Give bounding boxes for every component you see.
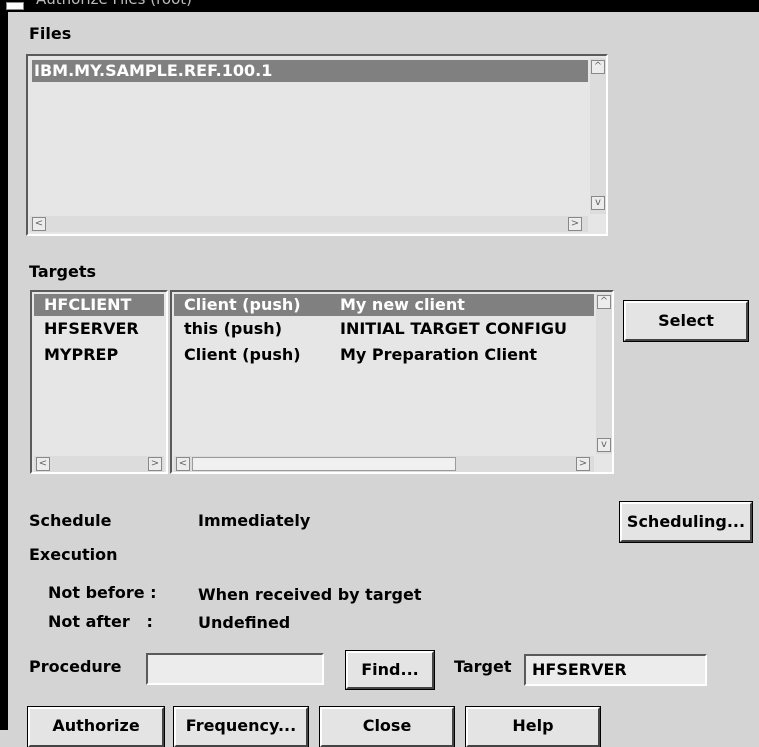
not-before-label: Not before : xyxy=(48,583,157,602)
window-left-border xyxy=(0,12,8,730)
find-button[interactable]: Find... xyxy=(346,651,434,689)
target-label: Target xyxy=(454,657,512,676)
execution-label: Execution xyxy=(29,545,118,564)
target-description: My new client xyxy=(340,295,465,314)
files-list-item[interactable]: IBM.MY.SAMPLE.REF.100.1 xyxy=(32,60,588,82)
names-scroll-right-icon[interactable]: > xyxy=(148,457,162,471)
schedule-label: Schedule xyxy=(29,511,112,530)
names-scroll-left-icon[interactable]: < xyxy=(36,457,50,471)
not-after-label: Not after : xyxy=(48,612,153,631)
files-scroll-up-icon[interactable]: ^ xyxy=(591,60,605,74)
system-menu-icon[interactable] xyxy=(6,2,24,10)
files-scroll-left-icon[interactable]: < xyxy=(32,217,46,231)
authorize-button[interactable]: Authorize xyxy=(28,707,164,747)
targets-scroll-up-icon[interactable]: ^ xyxy=(597,295,611,309)
target-description: INITIAL TARGET CONFIGU xyxy=(340,319,567,338)
target-type: Client (push) xyxy=(184,345,301,364)
targets-hscroll-thumb[interactable] xyxy=(192,457,456,471)
target-name-item[interactable]: MYPREP xyxy=(44,344,118,366)
files-scroll-down-icon[interactable]: v xyxy=(591,196,605,210)
target-detail-row[interactable]: this (push) INITIAL TARGET CONFIGU xyxy=(174,318,594,340)
not-after-value: Undefined xyxy=(198,613,291,632)
targets-scroll-right-icon[interactable]: > xyxy=(576,457,590,471)
target-detail-row[interactable]: Client (push) My Preparation Client xyxy=(174,344,594,366)
files-vscroll-track[interactable] xyxy=(590,58,606,214)
target-description: My Preparation Client xyxy=(340,345,538,364)
targets-scroll-down-icon[interactable]: v xyxy=(597,438,611,452)
window-title: Authorize Files (root) xyxy=(36,0,192,8)
help-button[interactable]: Help xyxy=(466,707,600,747)
targets-label: Targets xyxy=(29,262,97,281)
target-type: this (push) xyxy=(184,319,282,338)
files-listbox[interactable]: IBM.MY.SAMPLE.REF.100.1 ^ v < > xyxy=(26,54,608,236)
names-hscroll-track[interactable] xyxy=(34,456,164,472)
target-type: Client (push) xyxy=(184,295,301,314)
close-button[interactable]: Close xyxy=(320,707,454,747)
schedule-value: Immediately xyxy=(198,511,311,530)
target-detail-row[interactable]: Client (push) My new client xyxy=(174,294,594,316)
target-name-item[interactable]: HFSERVER xyxy=(44,318,139,340)
targets-name-list[interactable]: HFCLIENT HFSERVER MYPREP < > xyxy=(30,290,168,474)
select-button[interactable]: Select xyxy=(624,301,748,341)
files-hscroll-track[interactable] xyxy=(30,216,588,232)
title-bar: Authorize Files (root) xyxy=(0,0,759,12)
not-before-value: When received by target xyxy=(198,585,422,604)
files-scroll-right-icon[interactable]: > xyxy=(568,217,582,231)
procedure-input[interactable] xyxy=(146,653,324,685)
frequency-button[interactable]: Frequency... xyxy=(174,707,308,747)
targets-detail-list[interactable]: Client (push) My new client this (push) … xyxy=(170,290,614,474)
target-input[interactable]: HFSERVER xyxy=(524,654,707,686)
targets-scroll-left-icon[interactable]: < xyxy=(176,457,190,471)
scheduling-button[interactable]: Scheduling... xyxy=(620,502,752,542)
targets-vscroll-track[interactable] xyxy=(596,294,612,454)
files-label: Files xyxy=(29,24,72,43)
target-name-item[interactable]: HFCLIENT xyxy=(34,294,164,316)
procedure-label: Procedure xyxy=(29,657,122,676)
